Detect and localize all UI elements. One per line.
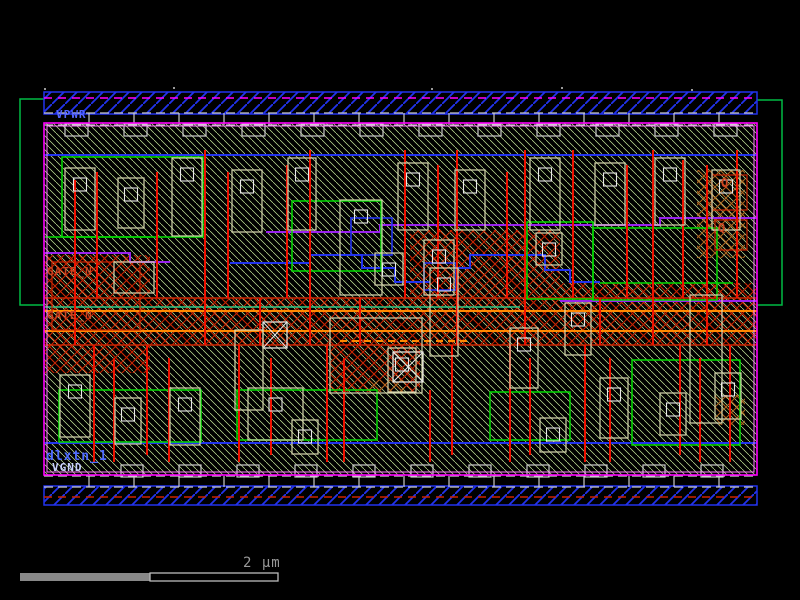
layout-editor-screen: VPWR GATE_N GATE_N Q Q dlxtn_1 VGND 2 µm	[0, 0, 800, 600]
layout-canvas[interactable]	[0, 0, 800, 600]
